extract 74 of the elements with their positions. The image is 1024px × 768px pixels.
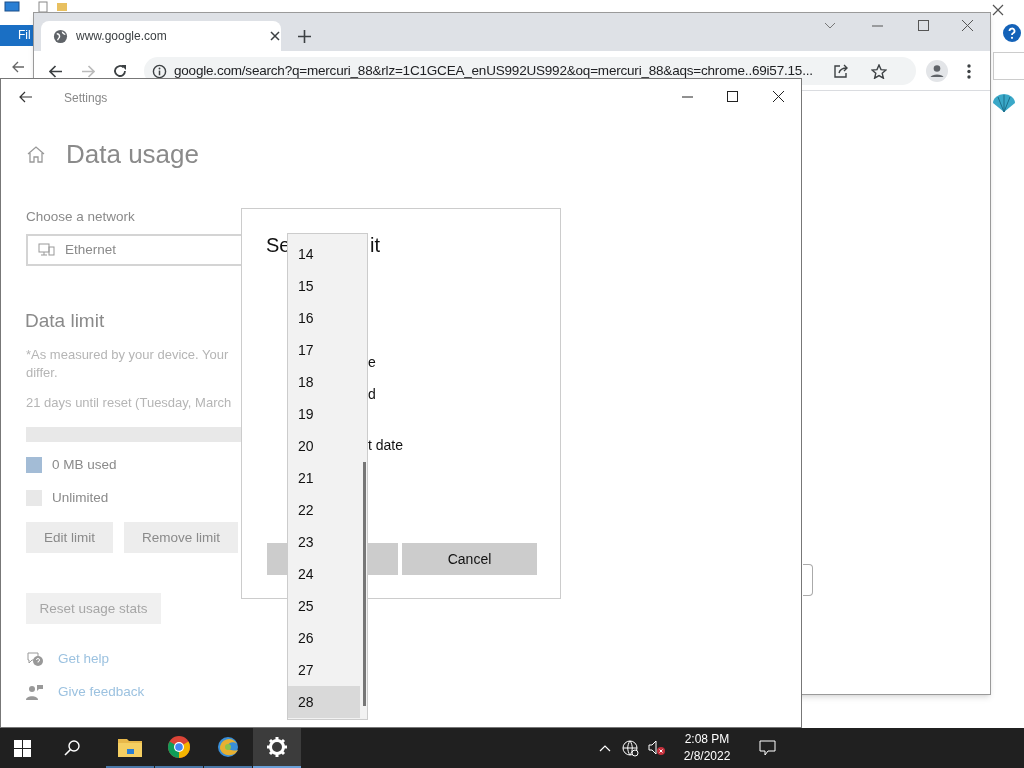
maximize-icon[interactable]: [727, 91, 738, 102]
muted-speaker-icon[interactable]: [648, 740, 666, 756]
option-label: t date: [368, 436, 404, 455]
help-chat-icon: [26, 651, 44, 668]
scrollbar-thumb[interactable]: [363, 462, 366, 706]
clock-date[interactable]: 2/8/2022: [683, 748, 731, 765]
profile-icon[interactable]: [926, 60, 948, 82]
option-label: e: [368, 353, 376, 372]
day-option[interactable]: 21: [288, 462, 360, 494]
chevron-up-icon[interactable]: [599, 744, 611, 752]
folder-icon: [118, 737, 142, 757]
page-heading: Data usage: [66, 138, 199, 171]
day-option[interactable]: 28: [288, 686, 360, 718]
day-option[interactable]: 15: [288, 270, 360, 302]
close-icon[interactable]: [773, 91, 784, 102]
back-arrow-icon[interactable]: [12, 61, 25, 73]
help-icon[interactable]: [1003, 24, 1021, 42]
cancel-button[interactable]: Cancel: [402, 543, 537, 575]
menu-icon[interactable]: [967, 64, 971, 79]
reset-info: 21 days until reset (Tuesday, March: [26, 394, 233, 413]
windows-logo-icon[interactable]: [14, 739, 31, 757]
window-title: Settings: [64, 90, 108, 107]
day-option[interactable]: 18: [288, 366, 360, 398]
share-icon[interactable]: [833, 64, 849, 78]
day-option[interactable]: 20: [288, 430, 360, 462]
day-option[interactable]: 26: [288, 622, 360, 654]
day-option[interactable]: 25: [288, 590, 360, 622]
home-icon[interactable]: [26, 145, 46, 163]
star-icon[interactable]: [870, 63, 887, 79]
note-text: differ.: [26, 364, 59, 383]
search-field[interactable]: [993, 52, 1024, 80]
globe-icon[interactable]: [622, 739, 639, 757]
folder-icon[interactable]: [56, 1, 68, 13]
legend-label: 0 MB used: [52, 455, 117, 474]
document-icon[interactable]: [38, 1, 48, 13]
shell-icon: [991, 93, 1017, 113]
network-name: Ethernet: [65, 241, 117, 260]
day-option[interactable]: 19: [288, 398, 360, 430]
monitor-icon: [4, 1, 20, 13]
info-icon[interactable]: [152, 63, 167, 79]
chrome-icon: [167, 735, 191, 759]
dialog-title: it: [370, 233, 380, 258]
file-tab[interactable]: Fil: [0, 25, 33, 46]
globe-icon: [53, 28, 68, 44]
url-text: google.com/search?q=mercuri_88&rlz=1C1GCEA_enUS992US992&oq=mercuri_88&aqs=chrome..69i57.15...: [174, 61, 813, 80]
day-option[interactable]: 24: [288, 558, 360, 590]
section-heading: Data limit: [25, 309, 106, 334]
browser-tab[interactable]: www.google.com: [41, 21, 281, 51]
day-option[interactable]: 23: [288, 526, 360, 558]
day-option[interactable]: 27: [288, 654, 360, 686]
day-option[interactable]: 17: [288, 334, 360, 366]
note-text: *As measured by your device. Your: [26, 346, 230, 365]
back-arrow-icon[interactable]: [19, 91, 33, 103]
chevron-down-icon[interactable]: [824, 22, 836, 30]
notification-icon[interactable]: [759, 740, 776, 756]
computer-icon: [38, 243, 55, 258]
back-arrow-icon[interactable]: [49, 65, 63, 78]
day-option[interactable]: 14: [288, 238, 360, 270]
reload-icon[interactable]: [113, 64, 127, 78]
taskbar-app[interactable]: [253, 728, 301, 768]
search-icon[interactable]: [64, 740, 80, 756]
day-option[interactable]: 22: [288, 494, 360, 526]
option-label: d: [368, 385, 376, 404]
gear-icon: [267, 737, 287, 757]
close-icon[interactable]: [270, 31, 280, 41]
close-icon[interactable]: [992, 4, 1004, 16]
person-icon: [26, 683, 44, 700]
new-tab-icon[interactable]: [298, 30, 311, 43]
network-label: Choose a network: [26, 208, 136, 226]
clock-time[interactable]: 2:08 PM: [684, 731, 730, 748]
day-option[interactable]: 16: [288, 302, 360, 334]
browser-icon: [217, 736, 239, 758]
legend-label: Unlimited: [52, 489, 109, 507]
tab-title: www.google.com: [76, 28, 168, 45]
